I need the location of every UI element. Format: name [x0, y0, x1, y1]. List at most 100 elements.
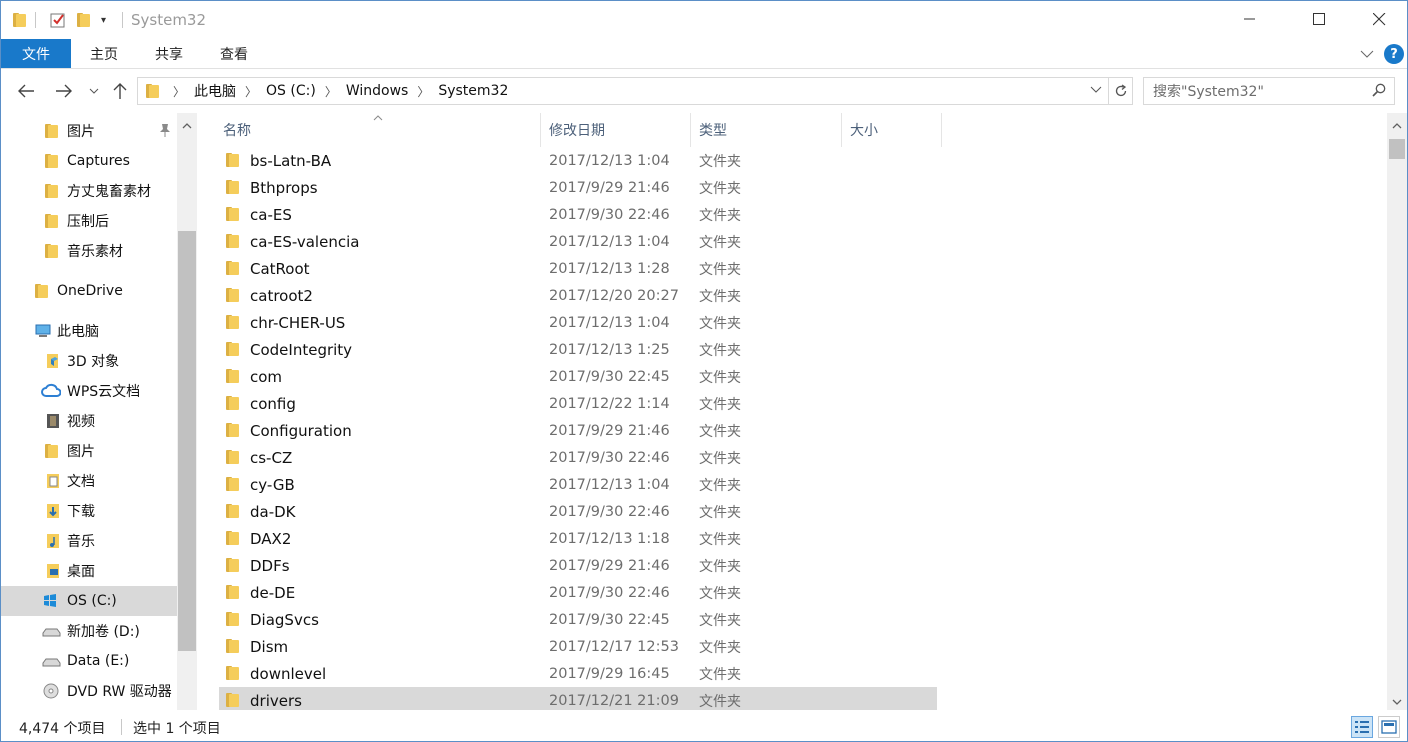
column-header-name[interactable]: 名称 — [201, 113, 541, 147]
videos-icon — [45, 413, 61, 429]
maximize-button[interactable] — [1296, 1, 1342, 37]
breadcrumb-windows[interactable]: Windows — [346, 83, 409, 99]
help-icon[interactable]: ? — [1384, 44, 1404, 64]
file-type: 文件夹 — [699, 369, 741, 386]
table-row[interactable]: Dism 2017/12/17 12:53 文件夹 — [219, 633, 937, 660]
table-row[interactable]: downlevel 2017/9/29 16:45 文件夹 — [219, 660, 937, 687]
file-name: catroot2 — [250, 286, 313, 305]
nav-item-fangzhang[interactable]: 方丈鬼畜素材 — [1, 176, 177, 206]
nav-item-drive-d[interactable]: 新加卷 (D:) — [1, 616, 177, 646]
folder-icon — [226, 611, 240, 627]
breadcrumb-system32[interactable]: System32 — [438, 83, 508, 99]
nav-item-pictures[interactable]: 图片 — [1, 436, 177, 466]
chevron-right-icon[interactable]: 〉 — [173, 83, 185, 100]
table-row[interactable]: config 2017/12/22 1:14 文件夹 — [219, 390, 937, 417]
table-row[interactable]: cy-GB 2017/12/13 1:04 文件夹 — [219, 471, 937, 498]
nav-item-3d-objects[interactable]: 3D 对象 — [1, 346, 177, 376]
new-folder-icon[interactable] — [77, 10, 91, 30]
table-row[interactable]: de-DE 2017/9/30 22:46 文件夹 — [219, 579, 937, 606]
tab-file[interactable]: 文件 — [1, 39, 71, 68]
chevron-right-icon[interactable]: 〉 — [417, 83, 429, 100]
file-list-scroll-thumb[interactable] — [1389, 139, 1405, 159]
recent-locations-button[interactable] — [87, 80, 101, 102]
chevron-right-icon[interactable]: 〉 — [245, 83, 257, 100]
nav-item-downloads[interactable]: 下载 — [1, 496, 177, 526]
nav-item-music-material[interactable]: 音乐素材 — [1, 236, 177, 266]
forward-button[interactable] — [53, 80, 75, 102]
chevron-right-icon[interactable]: 〉 — [325, 83, 337, 100]
breadcrumb-this-pc[interactable]: 此电脑 — [194, 81, 236, 101]
large-icons-view-button[interactable] — [1378, 716, 1400, 738]
folder-icon — [226, 638, 240, 654]
up-button[interactable] — [109, 80, 131, 102]
properties-icon[interactable] — [49, 10, 67, 30]
details-view-button[interactable] — [1351, 716, 1373, 738]
table-row[interactable]: da-DK 2017/9/30 22:46 文件夹 — [219, 498, 937, 525]
nav-item-music[interactable]: 音乐 — [1, 526, 177, 556]
table-row[interactable]: chr-CHER-US 2017/12/13 1:04 文件夹 — [219, 309, 937, 336]
nav-item-os-c[interactable]: OS (C:) — [1, 586, 177, 616]
table-row[interactable]: cs-CZ 2017/9/30 22:46 文件夹 — [219, 444, 937, 471]
nav-item-wps-cloud[interactable]: WPS云文档 — [1, 376, 177, 406]
table-row[interactable]: ca-ES-valencia 2017/12/13 1:04 文件夹 — [219, 228, 937, 255]
scroll-up-icon[interactable] — [1387, 117, 1407, 135]
nav-item-desktop[interactable]: 桌面 — [1, 556, 177, 586]
table-row[interactable]: DiagSvcs 2017/9/30 22:45 文件夹 — [219, 606, 937, 633]
nav-item-documents[interactable]: 文档 — [1, 466, 177, 496]
file-name: Dism — [250, 637, 289, 656]
table-row[interactable]: Configuration 2017/9/29 21:46 文件夹 — [219, 417, 937, 444]
address-bar[interactable]: 〉 此电脑 〉 OS (C:) 〉 Windows 〉 System32 — [137, 77, 1109, 105]
nav-item-drive-e[interactable]: Data (E:) — [1, 646, 177, 676]
selected-count: 选中 1 个项目 — [133, 721, 221, 737]
pin-icon[interactable] — [159, 123, 171, 141]
column-header-size[interactable]: 大小 — [842, 113, 942, 147]
refresh-button[interactable] — [1109, 77, 1133, 105]
table-row[interactable]: com 2017/9/30 22:45 文件夹 — [219, 363, 937, 390]
close-button[interactable] — [1356, 1, 1402, 37]
column-header-date[interactable]: 修改日期 — [541, 113, 691, 147]
table-row[interactable]: DDFs 2017/9/29 21:46 文件夹 — [219, 552, 937, 579]
customize-quick-access-icon[interactable]: ▾ — [101, 10, 106, 30]
folder-icon — [226, 422, 240, 438]
file-date: 2017/9/29 16:45 — [549, 665, 670, 682]
folder-icon — [45, 183, 61, 199]
file-name: da-DK — [250, 502, 296, 521]
nav-item-pictures-quick[interactable]: 图片 — [1, 116, 177, 146]
search-icon[interactable] — [1372, 83, 1386, 97]
nav-item-dvd-drive[interactable]: DVD RW 驱动器 — [1, 676, 177, 706]
table-row[interactable]: ca-ES 2017/9/30 22:46 文件夹 — [219, 201, 937, 228]
minimize-button[interactable] — [1227, 1, 1273, 37]
tab-home[interactable]: 主页 — [85, 39, 123, 68]
table-row[interactable]: CodeIntegrity 2017/12/13 1:25 文件夹 — [219, 336, 937, 363]
back-button[interactable] — [15, 80, 37, 102]
scroll-up-icon[interactable] — [177, 117, 197, 135]
nav-item-this-pc[interactable]: 此电脑 — [1, 316, 177, 346]
file-date: 2017/12/13 1:28 — [549, 260, 670, 277]
table-row[interactable]: CatRoot 2017/12/13 1:28 文件夹 — [219, 255, 937, 282]
file-list-scrollbar[interactable] — [1387, 113, 1407, 710]
tab-share[interactable]: 共享 — [149, 39, 189, 68]
nav-scroll-thumb[interactable] — [178, 231, 196, 651]
nav-item-yazhihou[interactable]: 压制后 — [1, 206, 177, 236]
nav-item-captures[interactable]: Captures — [1, 146, 177, 176]
scroll-down-icon[interactable] — [1387, 693, 1407, 711]
file-type: 文件夹 — [699, 261, 741, 278]
search-input[interactable]: 搜索"System32" — [1143, 77, 1395, 105]
nav-item-onedrive[interactable]: OneDrive — [1, 276, 177, 306]
table-row[interactable]: bs-Latn-BA 2017/12/13 1:04 文件夹 — [219, 147, 937, 174]
nav-scrollbar[interactable] — [177, 113, 197, 710]
column-header-type[interactable]: 类型 — [691, 113, 842, 147]
table-row[interactable]: drivers 2017/12/21 21:09 文件夹 — [219, 687, 937, 710]
tab-view[interactable]: 查看 — [214, 39, 254, 68]
address-dropdown-icon[interactable] — [1090, 83, 1102, 97]
desktop-icon — [45, 563, 61, 579]
expand-ribbon-icon[interactable] — [1357, 39, 1377, 68]
breadcrumb-os-c[interactable]: OS (C:) — [266, 83, 316, 99]
windows-drive-icon — [41, 593, 61, 609]
folder-icon — [226, 206, 240, 222]
table-row[interactable]: DAX2 2017/12/13 1:18 文件夹 — [219, 525, 937, 552]
nav-item-videos[interactable]: 视频 — [1, 406, 177, 436]
file-type: 文件夹 — [699, 396, 741, 413]
table-row[interactable]: Bthprops 2017/9/29 21:46 文件夹 — [219, 174, 937, 201]
table-row[interactable]: catroot2 2017/12/20 20:27 文件夹 — [219, 282, 937, 309]
